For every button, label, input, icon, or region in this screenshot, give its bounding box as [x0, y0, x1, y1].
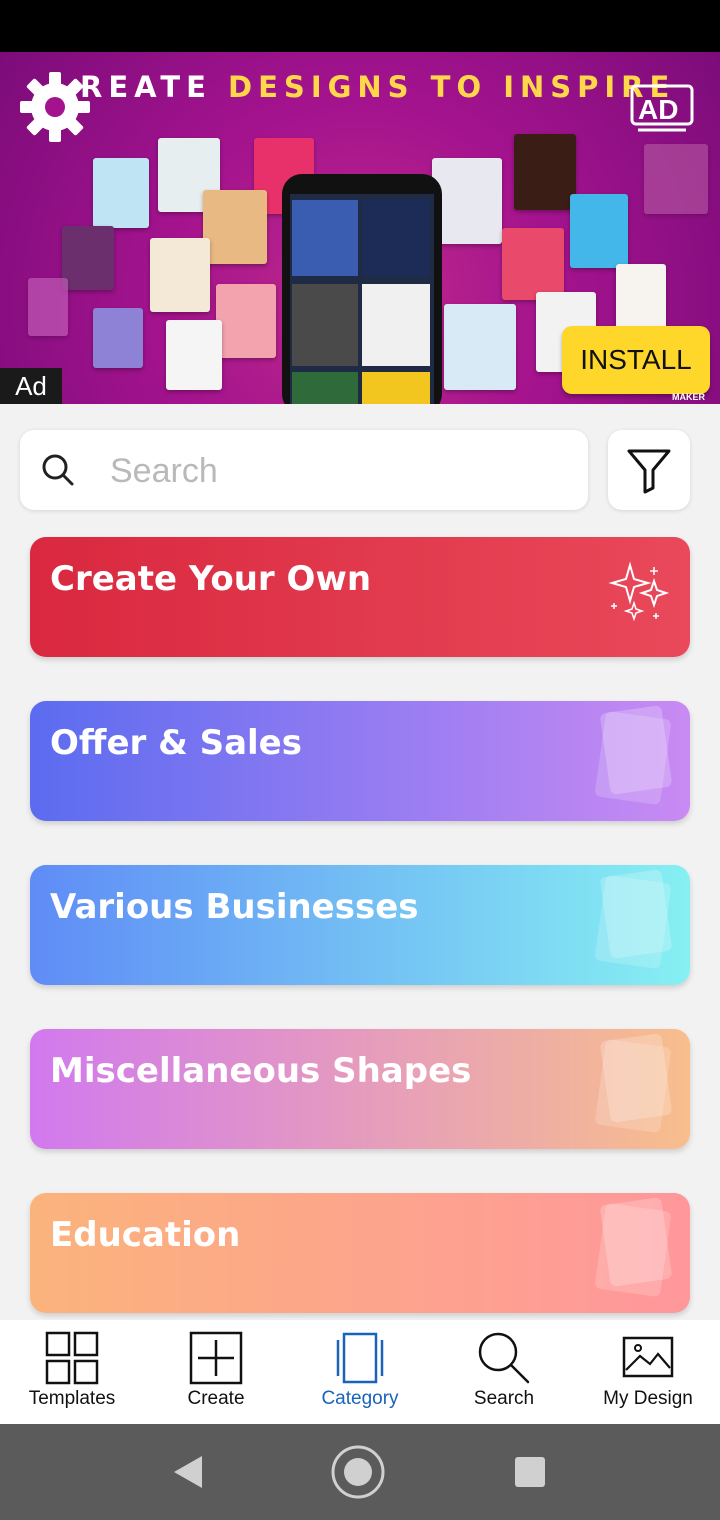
ad-maker-label: MAKER — [672, 392, 705, 402]
category-label: Create Your Own — [50, 559, 372, 599]
search-icon — [42, 454, 74, 486]
nav-label: My Design — [603, 1388, 693, 1409]
thumb-purple — [93, 308, 143, 368]
thumb-holi — [166, 320, 222, 390]
phone-screen — [290, 194, 434, 404]
thumb-back-school — [616, 264, 666, 334]
nav-label: Create — [187, 1388, 245, 1409]
nav-label: Category — [321, 1388, 399, 1409]
ad-headline-accent: DESIGNS TO INSPIRE — [228, 70, 676, 104]
nav-category[interactable]: Category — [288, 1320, 432, 1424]
thumb-dope-party — [502, 228, 564, 300]
thumb-woman — [62, 226, 114, 290]
card-decoration — [599, 1033, 673, 1123]
thumb-shoping — [570, 194, 628, 268]
thumb-class — [28, 278, 68, 336]
install-button[interactable]: INSTALL — [562, 326, 710, 394]
ad-headline: REATE DESIGNS TO INSPIRE — [80, 70, 675, 104]
card-decoration — [599, 1197, 673, 1287]
thumb-pizza — [514, 134, 576, 210]
category-label: Offer & Sales — [50, 723, 302, 763]
filter-icon — [627, 449, 671, 494]
category-education[interactable]: Education — [30, 1193, 690, 1313]
bottom-nav: Templates Create Category Search My Desi… — [0, 1320, 720, 1424]
home-icon[interactable] — [330, 1444, 386, 1500]
filter-button[interactable] — [608, 430, 690, 510]
search-icon — [478, 1332, 530, 1384]
category-miscellaneous-shapes[interactable]: Miscellaneous Shapes — [30, 1029, 690, 1149]
category-create-your-own[interactable]: Create Your Own — [30, 537, 690, 657]
ad-badge-label: AD — [638, 94, 679, 125]
thumb-birthday — [444, 304, 516, 390]
sparkles-icon — [608, 561, 670, 622]
category-label: Education — [50, 1215, 241, 1255]
nav-search[interactable]: Search — [432, 1320, 576, 1424]
thumb-movie-night — [644, 144, 708, 214]
card-decoration — [599, 705, 673, 795]
status-bar — [0, 0, 720, 52]
nav-templates[interactable]: Templates — [0, 1320, 144, 1424]
category-icon — [336, 1332, 384, 1384]
category-label: Miscellaneous Shapes — [50, 1051, 472, 1091]
nav-create[interactable]: Create — [144, 1320, 288, 1424]
thumb-big-race — [216, 284, 276, 358]
thumb-food — [203, 190, 267, 264]
system-nav-bar — [0, 1424, 720, 1520]
thumb-dog-wash — [93, 158, 149, 228]
image-icon — [622, 1336, 674, 1378]
recents-icon[interactable] — [514, 1456, 546, 1488]
ad-label: Ad — [0, 368, 62, 404]
ad-headline-prefix: REATE — [80, 70, 212, 104]
category-offer-sales[interactable]: Offer & Sales — [30, 701, 690, 821]
thumb-city — [432, 158, 502, 244]
search-input[interactable] — [108, 440, 572, 502]
gear-icon[interactable] — [18, 70, 92, 144]
category-various-businesses[interactable]: Various Businesses — [30, 865, 690, 985]
category-label: Various Businesses — [50, 887, 419, 927]
grid-icon — [45, 1331, 99, 1385]
card-decoration — [599, 869, 673, 959]
search-bar[interactable] — [20, 430, 588, 510]
nav-my-design[interactable]: My Design — [576, 1320, 720, 1424]
plus-square-icon — [189, 1331, 243, 1385]
ad-banner[interactable]: REATE DESIGNS TO INSPIRE AD INSTALL Ad M… — [0, 52, 720, 404]
nav-label: Templates — [28, 1388, 116, 1409]
nav-label: Search — [473, 1388, 535, 1409]
thumb-jazz — [150, 238, 210, 312]
back-icon[interactable] — [172, 1454, 204, 1490]
